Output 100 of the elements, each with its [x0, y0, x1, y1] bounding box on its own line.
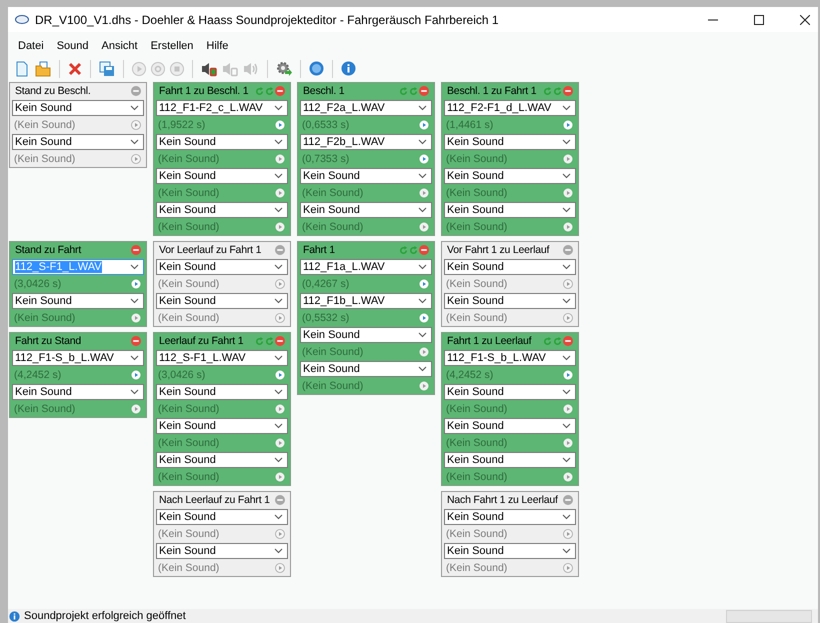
play-icon[interactable]: [419, 222, 429, 232]
sound-dropdown[interactable]: Kein Sound: [444, 168, 576, 184]
play-icon[interactable]: [419, 154, 429, 164]
sound-dropdown[interactable]: Kein Sound: [156, 293, 288, 309]
speaker-icon[interactable]: [201, 60, 217, 76]
menu-item[interactable]: Ansicht: [96, 38, 144, 54]
play-icon[interactable]: [419, 120, 429, 130]
remove-icon[interactable]: [275, 86, 285, 96]
sound-dropdown[interactable]: Kein Sound: [300, 168, 432, 184]
play-icon[interactable]: [131, 313, 141, 323]
remove-icon[interactable]: [275, 495, 285, 505]
sound-dropdown[interactable]: Kein Sound: [300, 327, 432, 343]
sound-dropdown[interactable]: 112_F2-F1_d_L.WAV: [444, 100, 576, 116]
play-icon[interactable]: [419, 313, 429, 323]
play-icon[interactable]: [563, 472, 573, 482]
sound-dropdown[interactable]: Kein Sound: [300, 202, 432, 218]
play-icon[interactable]: [419, 381, 429, 391]
remove-icon[interactable]: [131, 245, 141, 255]
play-icon[interactable]: [563, 313, 573, 323]
gear-icon[interactable]: [276, 60, 292, 76]
sound-dropdown[interactable]: 112_F1b_L.WAV: [300, 293, 432, 309]
open-folder-icon[interactable]: [35, 60, 51, 76]
close-icon[interactable]: [800, 14, 810, 24]
play-icon[interactable]: [275, 120, 285, 130]
play-icon[interactable]: [275, 563, 285, 573]
play-icon[interactable]: [563, 279, 573, 289]
play-icon[interactable]: [419, 347, 429, 357]
sound-dropdown[interactable]: Kein Sound: [444, 543, 576, 559]
play-icon[interactable]: [563, 370, 573, 380]
sound-dropdown[interactable]: Kein Sound: [156, 134, 288, 150]
sound-dropdown[interactable]: Kein Sound: [156, 509, 288, 525]
remove-icon[interactable]: [275, 336, 285, 346]
remove-icon[interactable]: [563, 245, 573, 255]
play-icon[interactable]: [563, 154, 573, 164]
play-icon[interactable]: [563, 438, 573, 448]
remove-icon[interactable]: [275, 245, 285, 255]
sound-dropdown[interactable]: 112_F1-S_b_L.WAV: [444, 350, 576, 366]
sound-dropdown[interactable]: 112_F2a_L.WAV: [300, 100, 432, 116]
sound-dropdown[interactable]: Kein Sound: [156, 202, 288, 218]
play-icon[interactable]: [275, 472, 285, 482]
remove-icon[interactable]: [419, 86, 429, 96]
remove-icon[interactable]: [131, 336, 141, 346]
remove-icon[interactable]: [419, 245, 429, 255]
sound-dropdown[interactable]: Kein Sound: [156, 543, 288, 559]
play-icon[interactable]: [275, 529, 285, 539]
menu-item[interactable]: Hilfe: [200, 38, 234, 54]
sound-dropdown[interactable]: Kein Sound: [156, 384, 288, 400]
sound-dropdown[interactable]: Kein Sound: [12, 134, 144, 150]
remove-icon[interactable]: [563, 336, 573, 346]
play-icon[interactable]: [275, 279, 285, 289]
play-icon[interactable]: [563, 404, 573, 414]
sound-dropdown[interactable]: Kein Sound: [12, 384, 144, 400]
sound-dropdown[interactable]: Kein Sound: [444, 134, 576, 150]
menu-item[interactable]: Erstellen: [144, 38, 200, 54]
sound-dropdown[interactable]: 112_F1-S_b_L.WAV: [12, 350, 144, 366]
play-icon[interactable]: [275, 404, 285, 414]
remove-icon[interactable]: [131, 86, 141, 96]
sound-dropdown[interactable]: 112_F1a_L.WAV: [300, 259, 432, 275]
sound-dropdown[interactable]: Kein Sound: [444, 202, 576, 218]
new-document-icon[interactable]: [14, 60, 30, 76]
play-icon[interactable]: [275, 370, 285, 380]
play-icon[interactable]: [131, 279, 141, 289]
delete-icon[interactable]: [68, 62, 82, 76]
menu-item[interactable]: Datei: [12, 38, 50, 54]
sound-dropdown[interactable]: Kein Sound: [156, 168, 288, 184]
sound-dropdown[interactable]: Kein Sound: [444, 509, 576, 525]
sound-dropdown[interactable]: Kein Sound: [444, 418, 576, 434]
sound-dropdown[interactable]: Kein Sound: [444, 259, 576, 275]
remove-icon[interactable]: [563, 86, 573, 96]
play-icon[interactable]: [563, 188, 573, 198]
play-icon[interactable]: [563, 563, 573, 573]
play-icon[interactable]: [275, 188, 285, 198]
play-icon[interactable]: [131, 154, 141, 164]
play-icon[interactable]: [275, 438, 285, 448]
play-icon[interactable]: [275, 313, 285, 323]
play-icon[interactable]: [131, 404, 141, 414]
sound-dropdown[interactable]: Kein Sound: [12, 100, 144, 116]
sound-dropdown[interactable]: Kein Sound: [156, 418, 288, 434]
sound-dropdown[interactable]: Kein Sound: [300, 361, 432, 377]
play-icon[interactable]: [275, 222, 285, 232]
maximize-icon[interactable]: [754, 14, 764, 24]
sound-dropdown[interactable]: 112_F2b_L.WAV: [300, 134, 432, 150]
sound-dropdown[interactable]: Kein Sound: [444, 293, 576, 309]
remove-icon[interactable]: [563, 495, 573, 505]
sound-dropdown[interactable]: Kein Sound: [444, 452, 576, 468]
sound-dropdown[interactable]: Kein Sound: [156, 259, 288, 275]
play-icon[interactable]: [419, 188, 429, 198]
sound-dropdown[interactable]: Kein Sound: [12, 293, 144, 309]
info-icon[interactable]: [341, 61, 356, 76]
play-icon[interactable]: [275, 154, 285, 164]
play-icon[interactable]: [131, 370, 141, 380]
play-icon[interactable]: [419, 279, 429, 289]
menu-item[interactable]: Sound: [50, 38, 94, 54]
sound-dropdown[interactable]: 112_S-F1_L.WAV: [156, 350, 288, 366]
play-icon[interactable]: [563, 529, 573, 539]
sound-dropdown[interactable]: Kein Sound: [444, 384, 576, 400]
sound-dropdown[interactable]: Kein Sound: [156, 452, 288, 468]
sound-dropdown[interactable]: 112_F1-F2_c_L.WAV: [156, 100, 288, 116]
play-icon[interactable]: [563, 222, 573, 232]
play-icon[interactable]: [563, 120, 573, 130]
